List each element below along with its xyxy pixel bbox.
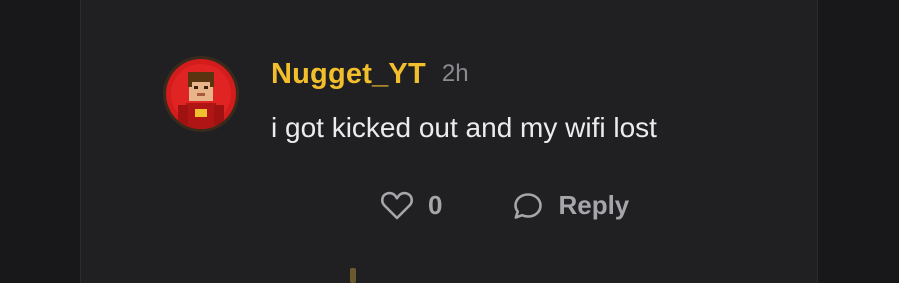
comment-panel: Nugget_YT 2h i got kicked out and my wifi… — [80, 0, 818, 283]
like-button[interactable]: 0 — [380, 190, 442, 221]
comment-actions: 0 Reply — [380, 190, 629, 221]
reply-label: Reply — [558, 190, 630, 220]
thread-line — [350, 268, 356, 283]
avatar-image — [166, 59, 236, 129]
timestamp[interactable]: 2h — [442, 60, 469, 87]
avatar[interactable] — [163, 56, 239, 132]
heart-icon — [381, 191, 413, 219]
page: Nugget_YT 2h i got kicked out and my wifi… — [0, 0, 899, 283]
like-count: 0 — [428, 190, 443, 220]
author-name[interactable]: Nugget_YT — [271, 58, 426, 90]
comment-text: i got kicked out and my wifi lost — [271, 112, 657, 143]
comment-header: Nugget_YT 2h — [271, 58, 469, 91]
speech-bubble-icon — [514, 192, 543, 219]
reply-button[interactable]: Reply — [512, 190, 629, 221]
